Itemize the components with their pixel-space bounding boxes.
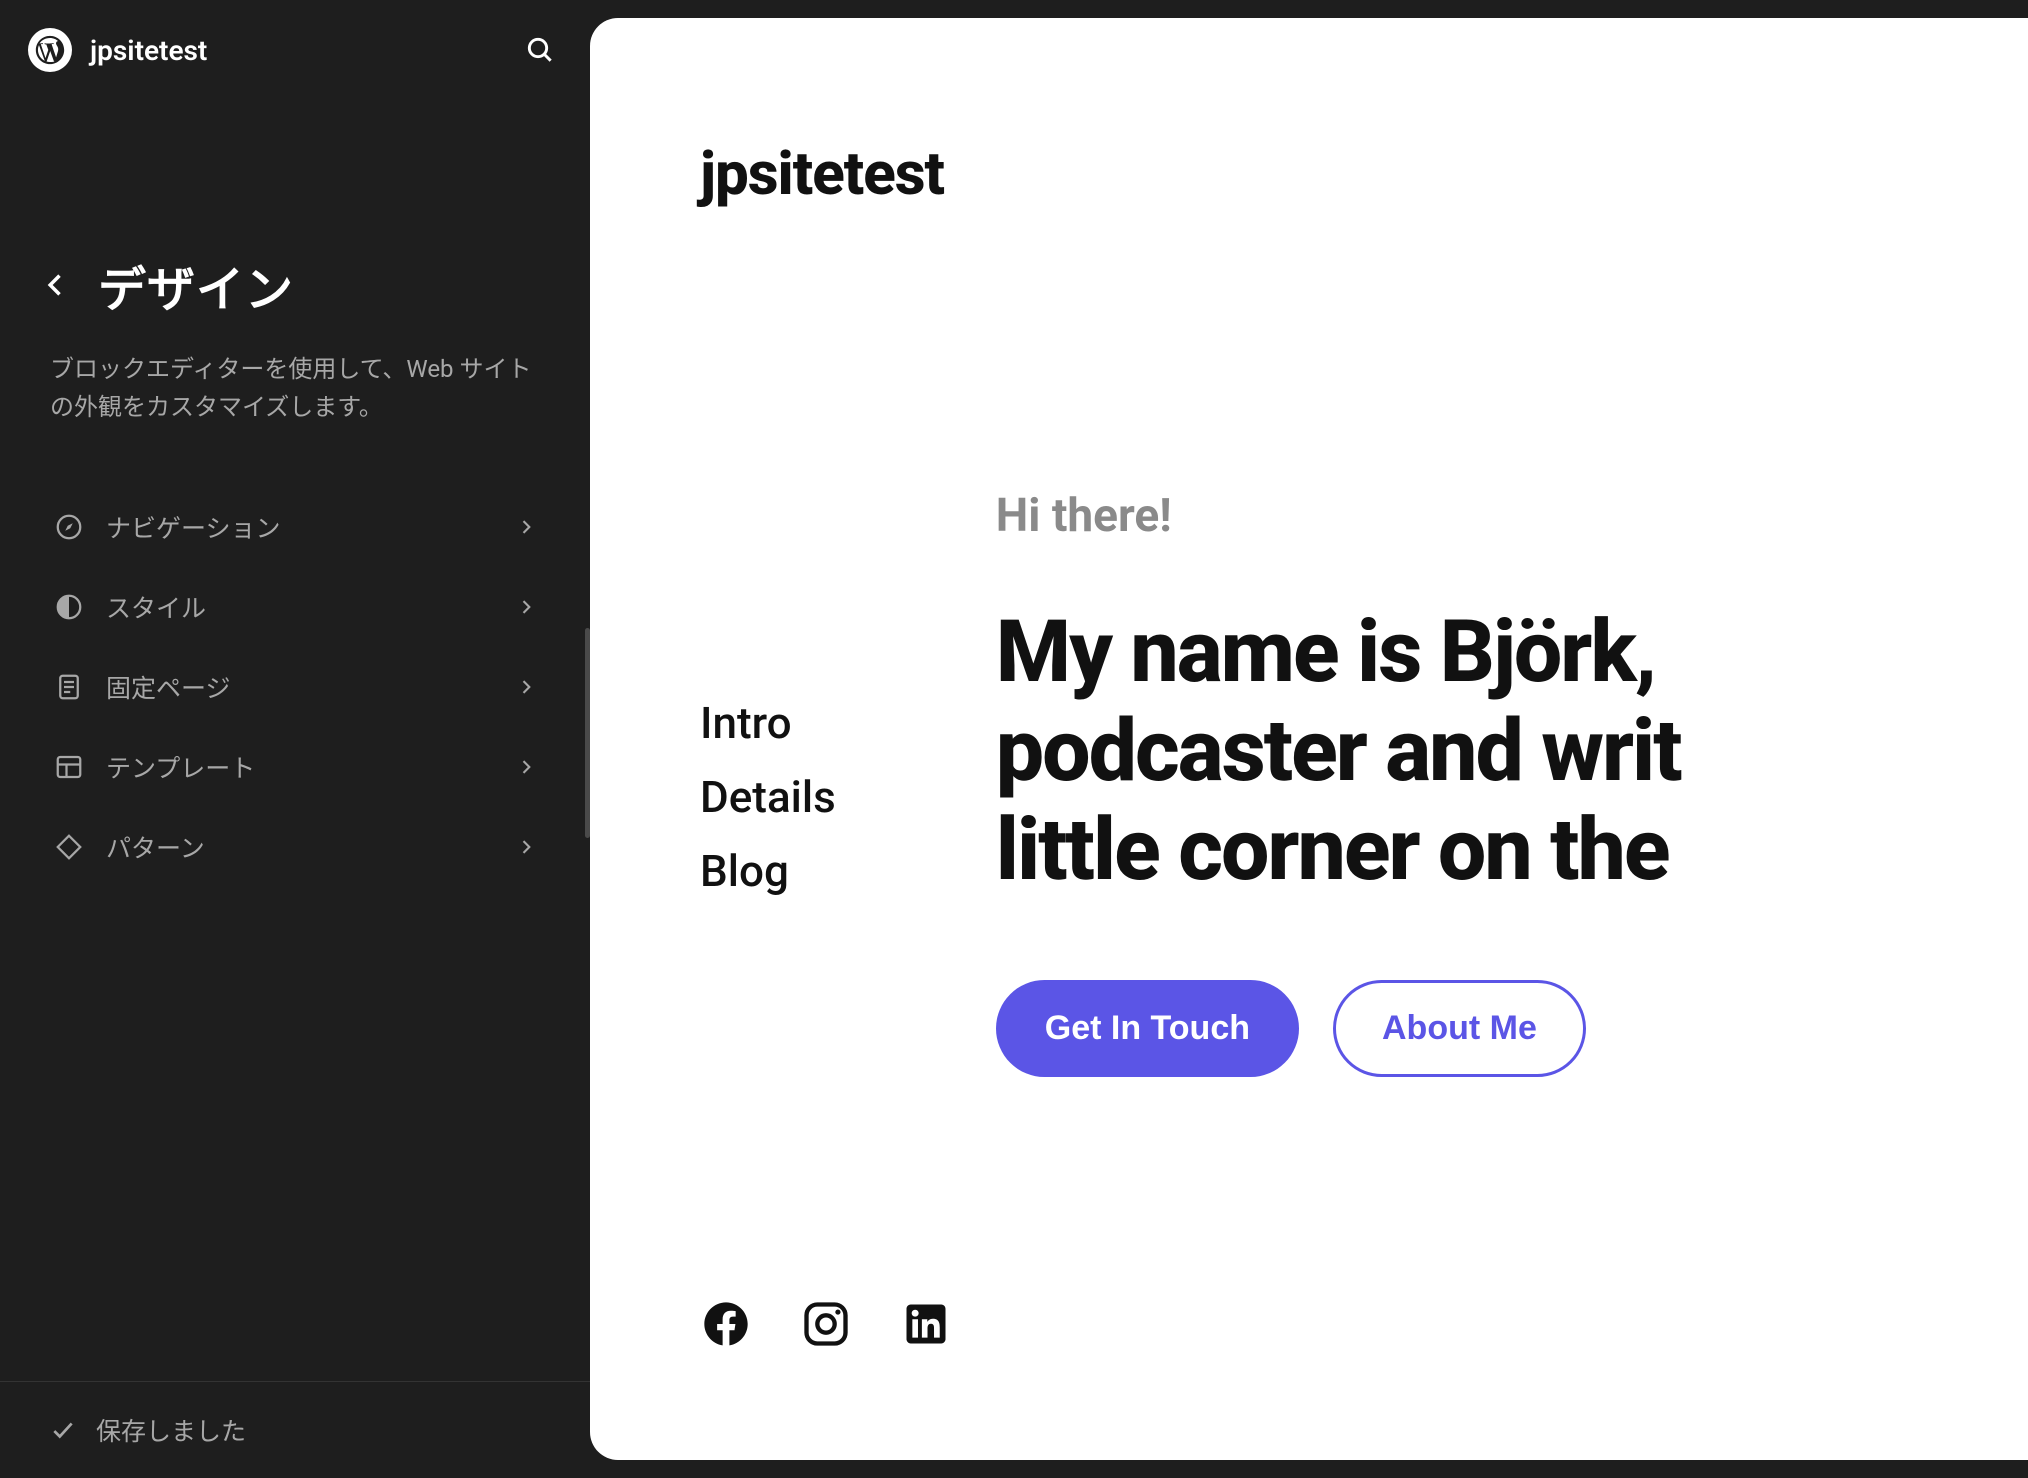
menu-item-label: テンプレート	[106, 749, 255, 785]
page-icon	[54, 672, 84, 702]
sidebar-top-bar: jpsitetest	[0, 0, 590, 100]
sidebar-site-identity[interactable]: jpsitetest	[28, 28, 207, 72]
site-preview-canvas[interactable]: jpsitetest Intro Details Blog Hi there! …	[590, 18, 2028, 1460]
chevron-right-icon	[516, 597, 536, 617]
command-palette-button[interactable]	[522, 32, 558, 68]
linkedin-icon[interactable]	[900, 1298, 952, 1350]
cta-secondary-button[interactable]: About Me	[1333, 980, 1586, 1077]
save-status-text: 保存しました	[96, 1412, 246, 1448]
preview-content-row: Intro Details Blog Hi there! My name is …	[700, 489, 2028, 1077]
local-nav-link[interactable]: Details	[700, 763, 836, 831]
design-menu: ナビゲーション スタイル 固定ページ	[0, 487, 590, 887]
back-button[interactable]	[42, 271, 70, 299]
menu-item-styles[interactable]: スタイル	[30, 567, 560, 647]
preview-site-title[interactable]: jpsitetest	[700, 138, 2028, 209]
panel-description: ブロックエディターを使用して、Web サイトの外観をカスタマイズします。	[0, 350, 590, 487]
hero-cta-row: Get In Touch About Me	[996, 980, 2028, 1077]
facebook-icon[interactable]	[700, 1298, 752, 1350]
preview-wrapper: jpsitetest Intro Details Blog Hi there! …	[590, 0, 2028, 1478]
wordpress-logo-icon[interactable]	[28, 28, 72, 72]
instagram-icon[interactable]	[800, 1298, 852, 1350]
menu-item-pages[interactable]: 固定ページ	[30, 647, 560, 727]
preview-page: jpsitetest Intro Details Blog Hi there! …	[590, 18, 2028, 1077]
cta-primary-button[interactable]: Get In Touch	[996, 980, 1299, 1077]
menu-item-label: スタイル	[106, 589, 206, 625]
editor-sidebar: jpsitetest デザイン ブロックエディターを使用して、Web サイトの外…	[0, 0, 590, 1478]
sidebar-site-name: jpsitetest	[90, 34, 207, 67]
hero-greeting: Hi there!	[996, 489, 2028, 543]
layout-icon	[54, 752, 84, 782]
chevron-right-icon	[516, 677, 536, 697]
panel-title: デザイン	[98, 250, 294, 320]
chevron-right-icon	[516, 517, 536, 537]
preview-hero: Hi there! My name is Björk, podcaster an…	[996, 489, 2028, 1077]
menu-item-label: 固定ページ	[106, 669, 231, 705]
local-nav-link[interactable]: Intro	[700, 689, 836, 757]
menu-item-patterns[interactable]: パターン	[30, 807, 560, 887]
local-nav-link[interactable]: Blog	[700, 837, 836, 905]
hero-headline: My name is Björk, podcaster and writ lit…	[996, 603, 2028, 900]
check-icon	[50, 1417, 76, 1443]
chevron-right-icon	[516, 837, 536, 857]
menu-item-navigation[interactable]: ナビゲーション	[30, 487, 560, 567]
chevron-right-icon	[516, 757, 536, 777]
menu-item-label: パターン	[106, 829, 205, 865]
social-row	[700, 1298, 952, 1350]
half-circle-icon	[54, 592, 84, 622]
menu-item-label: ナビゲーション	[106, 509, 281, 545]
pattern-icon	[54, 832, 84, 862]
save-status-bar: 保存しました	[0, 1381, 590, 1478]
preview-local-nav: Intro Details Blog	[700, 489, 836, 906]
panel-header: デザイン	[0, 100, 590, 350]
menu-item-templates[interactable]: テンプレート	[30, 727, 560, 807]
compass-icon	[54, 512, 84, 542]
